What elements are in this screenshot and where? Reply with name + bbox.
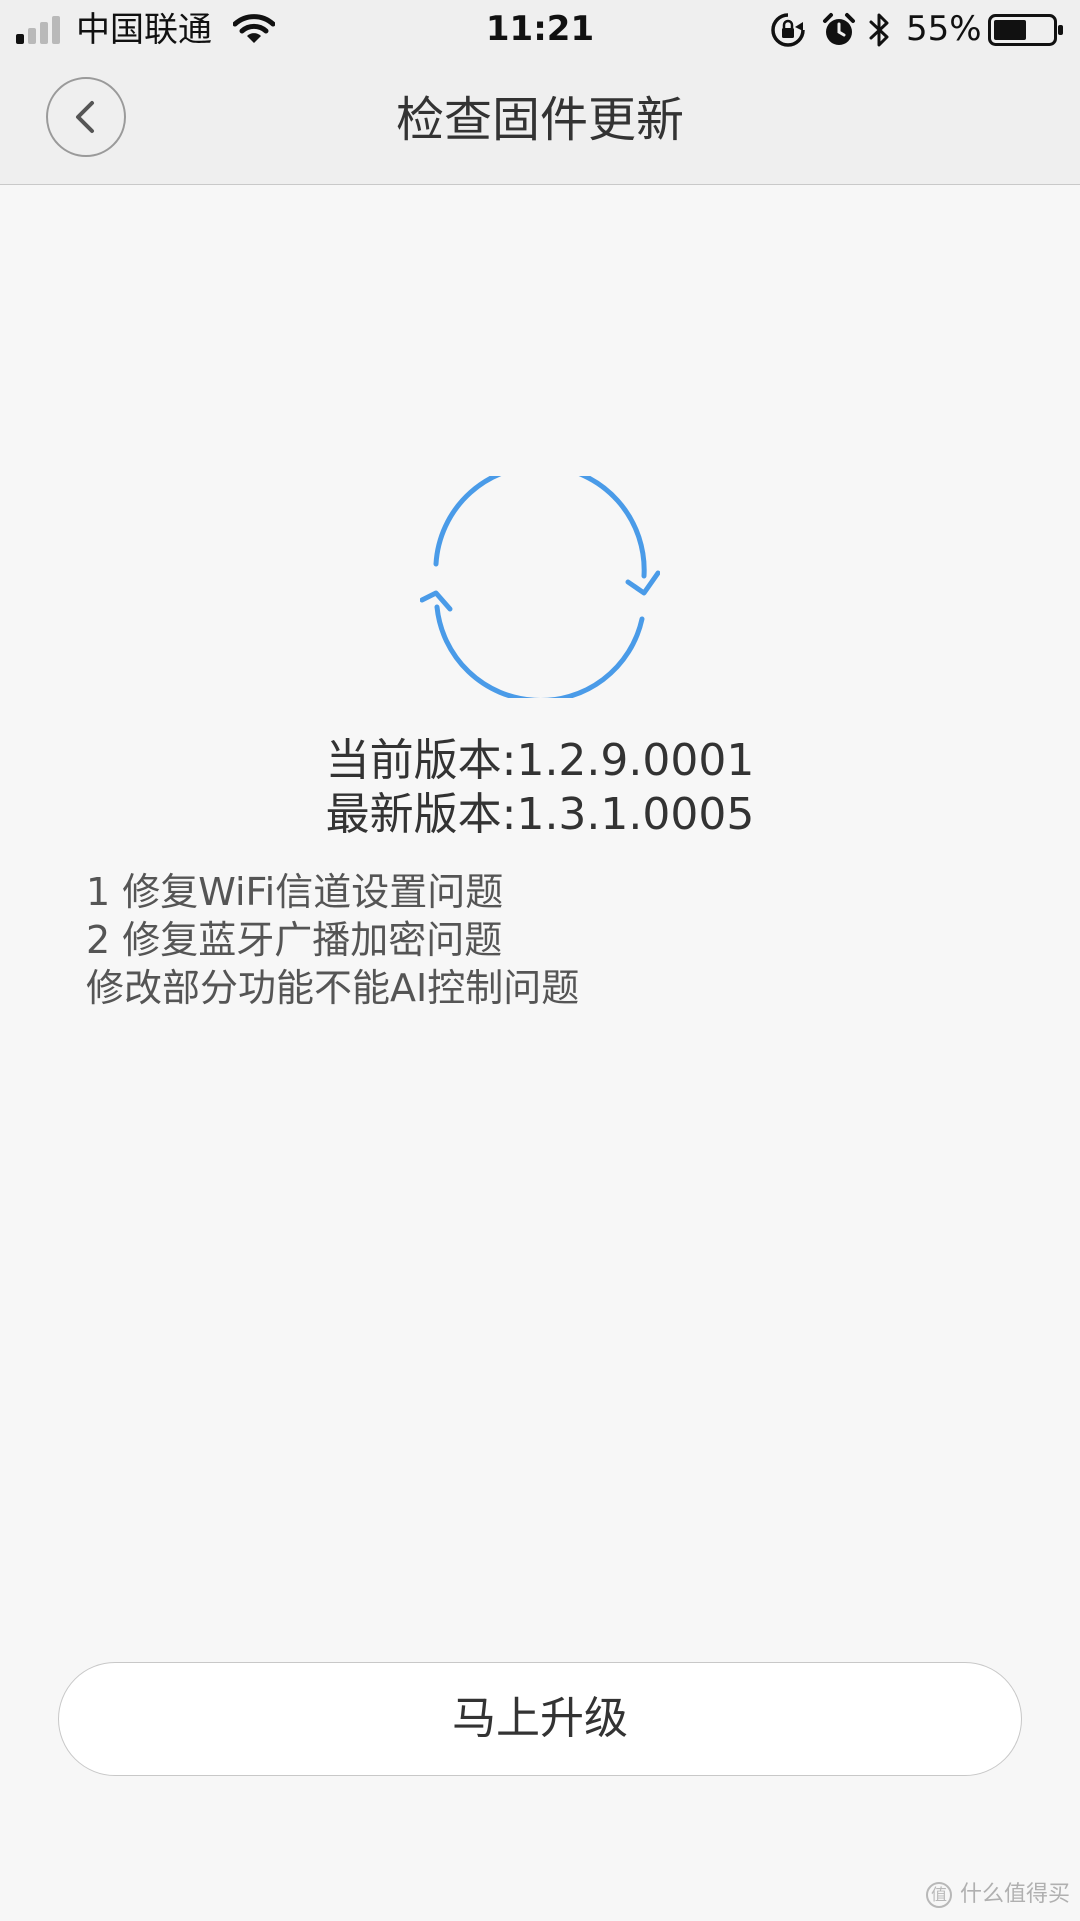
bluetooth-icon bbox=[869, 13, 889, 47]
latest-version: 最新版本:1.3.1.0005 bbox=[325, 789, 755, 840]
release-note-item: 1 修复WiFi信道设置问题 bbox=[86, 870, 504, 914]
rotation-lock-icon bbox=[771, 13, 805, 47]
watermark-text: 什么值得买 bbox=[959, 1882, 1070, 1907]
current-version: 当前版本:1.2.9.0001 bbox=[325, 735, 755, 786]
upgrade-now-button[interactable]: 马上升级 bbox=[58, 1662, 1022, 1776]
release-notes: 1 修复WiFi信道设置问题 2 修复蓝牙广播加密问题 修改部分功能不能AI控制… bbox=[86, 868, 986, 1012]
navigation-bar: 检查固件更新 bbox=[0, 60, 1080, 185]
watermark: 值 什么值得买 bbox=[925, 1880, 1070, 1910]
watermark-logo-icon: 值 bbox=[925, 1882, 952, 1908]
battery-icon bbox=[988, 14, 1063, 46]
battery-percentage: 55% bbox=[906, 9, 982, 49]
status-bar: 中国联通 11:21 55% bbox=[0, 0, 1080, 60]
version-info: 当前版本:1.2.9.0001 最新版本:1.3.1.0005 bbox=[0, 734, 1080, 842]
page-title: 检查固件更新 bbox=[395, 92, 684, 148]
refresh-icon bbox=[420, 476, 660, 698]
alarm-icon bbox=[823, 13, 855, 45]
release-note-item: 修改部分功能不能AI控制问题 bbox=[86, 966, 580, 1010]
release-note-item: 2 修复蓝牙广播加密问题 bbox=[86, 918, 503, 962]
